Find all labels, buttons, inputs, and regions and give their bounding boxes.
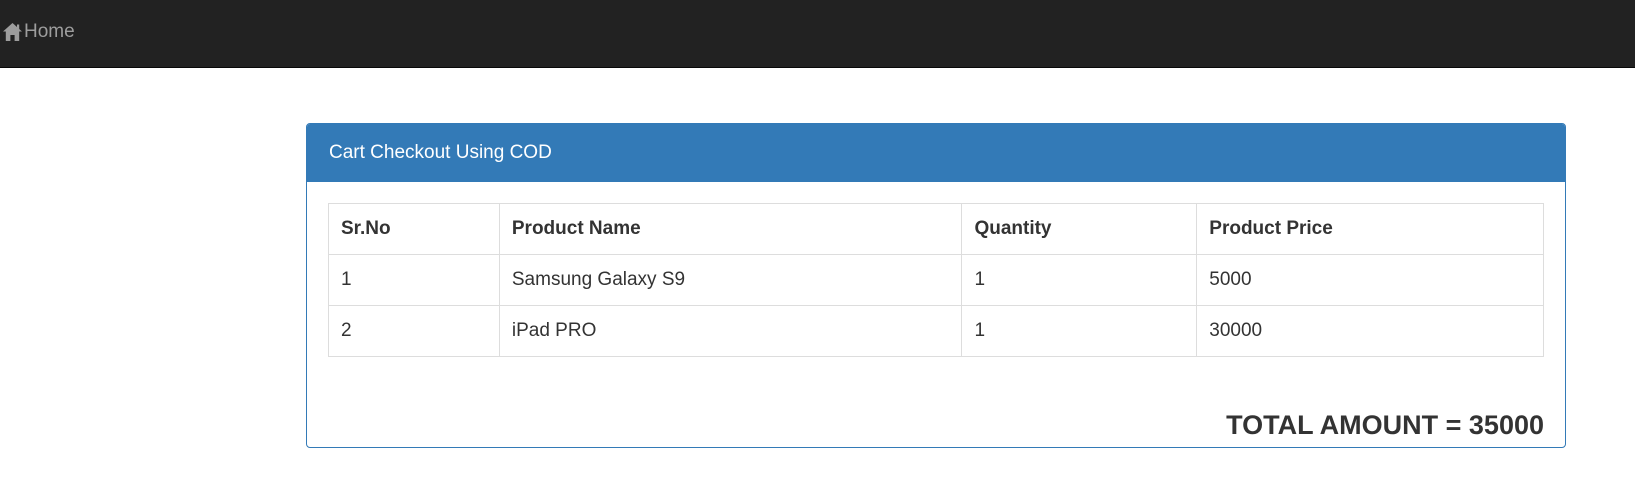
cell-product-price: 30000 [1196, 305, 1544, 357]
header-product-name: Product Name [498, 203, 963, 255]
cell-sr-no: 1 [328, 254, 500, 306]
panel-title: Cart Checkout Using COD [307, 124, 1565, 182]
checkout-panel: Cart Checkout Using COD Sr.No Product Na… [306, 123, 1566, 448]
header-sr-no: Sr.No [328, 203, 500, 255]
home-icon [2, 22, 24, 42]
cell-sr-no: 2 [328, 305, 500, 357]
table-header-row: Sr.No Product Name Quantity Product Pric… [328, 203, 1544, 255]
cell-quantity: 1 [961, 305, 1198, 357]
cell-product-name: Samsung Galaxy S9 [498, 254, 963, 306]
panel-body: Sr.No Product Name Quantity Product Pric… [307, 182, 1565, 440]
table-row: 2 iPad PRO 1 30000 [328, 305, 1544, 357]
total-amount: TOTAL AMOUNT = 35000 [1226, 410, 1544, 440]
home-label: Home [24, 21, 75, 42]
cell-quantity: 1 [961, 254, 1198, 306]
header-product-price: Product Price [1196, 203, 1544, 255]
cell-product-price: 5000 [1196, 254, 1544, 306]
home-link[interactable]: Home [2, 19, 75, 45]
header-quantity: Quantity [961, 203, 1198, 255]
cell-product-name: iPad PRO [498, 305, 963, 357]
table-row: 1 Samsung Galaxy S9 1 5000 [328, 254, 1544, 306]
cart-table: Sr.No Product Name Quantity Product Pric… [328, 203, 1544, 357]
navbar: Home [0, 0, 1635, 68]
